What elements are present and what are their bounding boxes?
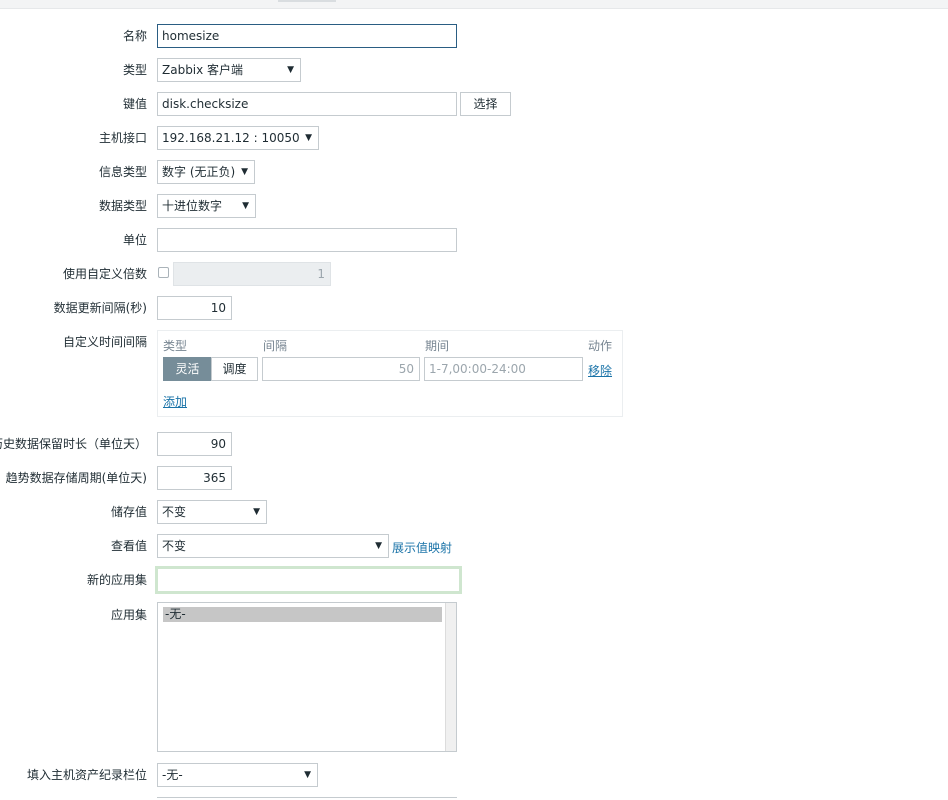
custom-intervals-header-type: 类型 <box>163 339 188 353</box>
chevron-down-icon: ▼ <box>253 507 260 517</box>
top-tab-indicator <box>278 0 336 2</box>
interval-type-flexible-tab[interactable]: 灵活 <box>163 357 212 381</box>
inventory-field-select[interactable]: -无- ▼ <box>157 763 318 787</box>
host-interface-select[interactable]: 192.168.21.12 : 10050 ▼ <box>157 126 319 150</box>
key-input[interactable]: disk.checksize <box>157 92 457 116</box>
list-item[interactable]: -无- <box>163 607 442 622</box>
info-type-label: 信息类型 <box>98 165 147 179</box>
listbox-scrollbar[interactable] <box>445 603 456 751</box>
custom-multiplier-label: 使用自定义倍数 <box>62 267 147 281</box>
data-type-value: 十进位数字 <box>162 199 223 213</box>
data-type-label: 数据类型 <box>98 199 147 213</box>
units-label: 单位 <box>122 233 147 247</box>
host-interface-value: 192.168.21.12 : 10050 <box>162 131 300 145</box>
name-label: 名称 <box>122 29 147 43</box>
trends-label: 趋势数据存储周期(单位天) <box>5 471 147 485</box>
inventory-field-label: 填入主机资产纪录栏位 <box>26 768 147 782</box>
store-value-select[interactable]: 不变 ▼ <box>157 500 267 524</box>
interval-type-scheduling-tab[interactable]: 调度 <box>211 357 258 381</box>
host-interface-label: 主机接口 <box>98 131 147 145</box>
info-type-select[interactable]: 数字 (无正负) ▼ <box>157 160 255 184</box>
applications-listbox[interactable]: -无- <box>157 602 457 752</box>
store-value-value: 不变 <box>162 505 187 519</box>
update-interval-input[interactable]: 10 <box>157 296 232 320</box>
custom-multiplier-checkbox[interactable] <box>158 267 169 278</box>
show-value-value: 不变 <box>162 539 187 553</box>
chevron-down-icon: ▼ <box>287 65 294 75</box>
chevron-down-icon: ▼ <box>304 770 311 780</box>
new-application-label: 新的应用集 <box>86 573 147 587</box>
chevron-down-icon: ▼ <box>305 133 312 143</box>
custom-multiplier-input: 1 <box>173 262 331 286</box>
chevron-down-icon: ▼ <box>375 541 382 551</box>
new-application-input[interactable] <box>155 566 462 594</box>
interval-value-input[interactable]: 50 <box>262 357 420 381</box>
store-value-label: 储存值 <box>110 505 147 519</box>
chevron-down-icon: ▼ <box>242 201 249 211</box>
interval-period-input[interactable]: 1-7,00:00-24:00 <box>424 357 583 381</box>
key-label: 键值 <box>122 97 147 111</box>
value-mapping-link[interactable]: 展示值映射 <box>392 539 452 556</box>
type-label: 类型 <box>122 63 147 77</box>
inventory-field-value: -无- <box>162 768 183 782</box>
type-select-value: Zabbix 客户端 <box>162 63 244 77</box>
custom-intervals-header-interval: 间隔 <box>263 339 288 353</box>
custom-intervals-header-period: 期间 <box>425 339 450 353</box>
name-input[interactable]: homesize <box>157 24 457 48</box>
show-value-label: 查看值 <box>110 539 147 553</box>
add-interval-link[interactable]: 添加 <box>163 393 187 410</box>
type-select[interactable]: Zabbix 客户端 ▼ <box>157 58 301 82</box>
top-bar <box>0 0 948 9</box>
data-type-select[interactable]: 十进位数字 ▼ <box>157 194 256 218</box>
select-key-button[interactable]: 选择 <box>460 92 511 116</box>
units-input[interactable] <box>157 228 457 252</box>
chevron-down-icon: ▼ <box>241 167 248 177</box>
info-type-value: 数字 (无正负) <box>162 165 236 179</box>
history-input[interactable]: 90 <box>157 432 232 456</box>
remove-interval-link[interactable]: 移除 <box>588 362 612 379</box>
update-interval-label: 数据更新间隔(秒) <box>53 301 147 315</box>
trends-input[interactable]: 365 <box>157 466 232 490</box>
custom-intervals-header-action: 动作 <box>588 339 613 353</box>
custom-intervals-label: 自定义时间间隔 <box>62 335 147 349</box>
show-value-select[interactable]: 不变 ▼ <box>157 534 389 558</box>
history-label: 历史数据保留时长（单位天） <box>0 437 147 451</box>
applications-label: 应用集 <box>110 608 147 622</box>
